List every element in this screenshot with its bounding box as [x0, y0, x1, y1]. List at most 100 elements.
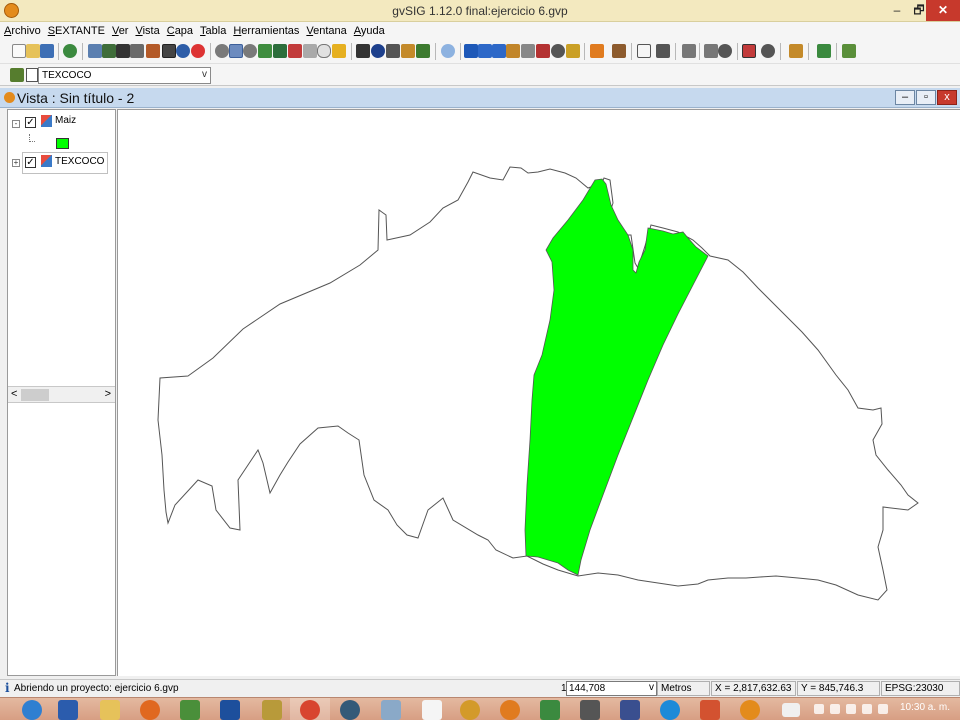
bluetooth-icon[interactable]: [846, 704, 856, 714]
help-icon[interactable]: [176, 44, 190, 58]
zoom-in-icon[interactable]: [215, 44, 229, 58]
layer-name-texcoco[interactable]: TEXCOCO: [55, 156, 104, 167]
app-globe-icon[interactable]: [340, 700, 360, 720]
invert-selection-icon[interactable]: [551, 44, 565, 58]
search-icon[interactable]: [718, 44, 732, 58]
firefox-icon[interactable]: [500, 700, 520, 720]
clear-selection-icon[interactable]: [536, 44, 550, 58]
zoom-full-icon[interactable]: [243, 44, 257, 58]
sextante-toolbox-icon[interactable]: [88, 44, 102, 58]
pan-back-icon[interactable]: [303, 44, 317, 58]
app-leaf-icon[interactable]: [540, 700, 560, 720]
chrome-icon[interactable]: [300, 700, 320, 720]
select-circle-icon[interactable]: [506, 44, 520, 58]
internet-explorer-icon[interactable]: [22, 700, 42, 720]
zoom-select-icon[interactable]: [273, 44, 287, 58]
layout-icon[interactable]: [637, 44, 651, 58]
maiz-legend-swatch[interactable]: [56, 138, 69, 149]
menu-sextante[interactable]: SEXTANTE: [44, 22, 108, 37]
graphics-icon[interactable]: [441, 44, 455, 58]
menu-capa[interactable]: Capa: [163, 22, 196, 37]
layer-expand-toggle[interactable]: +: [12, 159, 20, 167]
skype-icon[interactable]: [660, 700, 680, 720]
menu-herramientas[interactable]: Herramientas: [229, 22, 302, 37]
word-icon[interactable]: [58, 700, 78, 720]
measure-area-icon[interactable]: [401, 44, 415, 58]
menu-vista[interactable]: Vista: [131, 22, 162, 37]
scroll-left-arrow[interactable]: <: [11, 388, 17, 400]
edit-layer-icon[interactable]: [789, 44, 803, 58]
powerpoint-icon[interactable]: [700, 700, 720, 720]
layer-name-maiz[interactable]: Maiz: [55, 115, 76, 126]
zoom-previous-icon[interactable]: [288, 44, 302, 58]
scroll-right-arrow[interactable]: >: [105, 388, 111, 400]
zoom-out-icon[interactable]: [229, 44, 243, 58]
select-pointer-icon[interactable]: [464, 44, 478, 58]
locator-map-icon[interactable]: [742, 44, 756, 58]
app-w-icon[interactable]: [180, 700, 200, 720]
command-line-icon[interactable]: [116, 44, 130, 58]
network-icon[interactable]: [878, 704, 888, 714]
tools-icon[interactable]: [656, 44, 670, 58]
export-icon[interactable]: [817, 44, 831, 58]
microphone-icon[interactable]: [580, 700, 600, 720]
zoom-layer-icon[interactable]: [258, 44, 272, 58]
save-project-icon[interactable]: [40, 44, 54, 58]
active-layer-combo[interactable]: TEXCOCO v: [38, 67, 211, 84]
model-builder-icon[interactable]: [102, 44, 116, 58]
info-icon[interactable]: [371, 44, 385, 58]
zoom-scale-icon[interactable]: [761, 44, 775, 58]
app-notepad-icon[interactable]: [381, 700, 401, 720]
toc-horizontal-scrollbar[interactable]: < >: [8, 386, 115, 403]
layer-select-icon[interactable]: [26, 68, 38, 82]
find-icon[interactable]: [704, 44, 718, 58]
locator-icon[interactable]: [332, 44, 346, 58]
layer-visibility-checkbox[interactable]: ✓: [25, 117, 36, 128]
media-player-icon[interactable]: [220, 700, 240, 720]
menu-tabla[interactable]: Tabla: [196, 22, 229, 37]
tray-arrow-icon[interactable]: [814, 704, 824, 714]
data-explorer-icon[interactable]: [146, 44, 160, 58]
link-icon[interactable]: [682, 44, 696, 58]
results-icon[interactable]: [162, 44, 176, 58]
scale-combo[interactable]: 144,708 v: [566, 681, 657, 696]
layer-visibility-checkbox[interactable]: ✓: [25, 157, 36, 168]
add-layer-icon[interactable]: [842, 44, 856, 58]
open-project-icon[interactable]: [26, 44, 40, 58]
layer-collapse-toggle[interactable]: -: [12, 120, 20, 128]
select-by-layer-icon[interactable]: [566, 44, 580, 58]
select-rectangle-icon[interactable]: [478, 44, 492, 58]
table-icon[interactable]: [612, 44, 626, 58]
select-polygon-icon[interactable]: [492, 44, 506, 58]
measure-distance-icon[interactable]: [386, 44, 400, 58]
new-project-icon[interactable]: [12, 44, 26, 58]
map-canvas[interactable]: [117, 109, 960, 676]
document-icon[interactable]: [422, 700, 442, 720]
view-close-button[interactable]: x: [937, 90, 957, 105]
coordinates-icon[interactable]: [356, 44, 370, 58]
app-icon[interactable]: [460, 700, 480, 720]
settings-icon[interactable]: [191, 44, 205, 58]
edition-icon[interactable]: [10, 68, 24, 82]
taskbar-clock[interactable]: 10:30 a. m.: [900, 702, 950, 713]
select-by-attribute-icon[interactable]: [521, 44, 535, 58]
close-button[interactable]: ✕: [926, 0, 960, 21]
chevron-down-icon[interactable]: v: [202, 69, 207, 80]
history-icon[interactable]: [130, 44, 144, 58]
view-minimize-button[interactable]: –: [895, 90, 915, 105]
keyboard-icon[interactable]: [782, 703, 800, 717]
media-icon[interactable]: [140, 700, 160, 720]
menu-archivo[interactable]: Archivo: [0, 22, 44, 37]
preferences-icon[interactable]: [63, 44, 77, 58]
menu-ver[interactable]: Ver: [108, 22, 132, 37]
chevron-down-icon[interactable]: v: [649, 682, 654, 693]
app-building-icon[interactable]: [620, 700, 640, 720]
power-icon[interactable]: [862, 704, 872, 714]
pan-hand-icon[interactable]: [317, 44, 331, 58]
filter-icon[interactable]: [590, 44, 604, 58]
menu-ayuda[interactable]: Ayuda: [350, 22, 388, 37]
menu-ventana[interactable]: Ventana: [302, 22, 349, 37]
file-explorer-icon[interactable]: [100, 700, 120, 720]
scrollbar-thumb[interactable]: [21, 389, 49, 401]
gvsig-task-icon[interactable]: [740, 700, 760, 720]
